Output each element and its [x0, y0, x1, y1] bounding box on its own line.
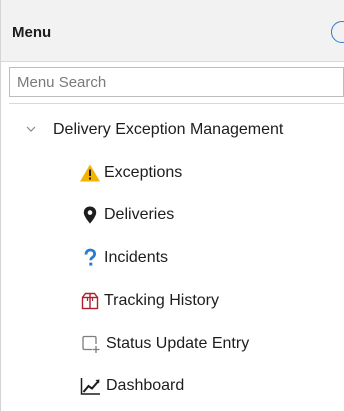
- circle-icon[interactable]: [331, 21, 344, 43]
- menu-search-input[interactable]: [10, 68, 343, 96]
- package-icon: [79, 291, 101, 311]
- menu-search-box[interactable]: [9, 67, 344, 97]
- menu-item-label: Status Update Entry: [106, 335, 250, 352]
- menu-item-label: Deliveries: [104, 206, 175, 223]
- menu-panel: Menu Delivery Exception Management Excep…: [0, 0, 344, 411]
- question-icon: [79, 248, 101, 268]
- menu-item-label: Exceptions: [104, 164, 183, 181]
- menu-item-tracking-history[interactable]: Tracking History: [71, 285, 344, 315]
- add-entry-icon: [79, 334, 101, 354]
- menu-item-status-update-entry[interactable]: Status Update Entry: [71, 328, 344, 358]
- menu-item-deliveries[interactable]: Deliveries: [71, 199, 344, 229]
- search-divider: [9, 103, 344, 104]
- menu-item-label: Incidents: [104, 249, 169, 266]
- menu-item-label: Tracking History: [104, 292, 219, 309]
- menu-header: Menu: [1, 0, 344, 62]
- menu-item-label: Dashboard: [106, 377, 185, 394]
- tree-node-label: Delivery Exception Management: [53, 121, 284, 138]
- menu-item-incidents[interactable]: Incidents: [71, 242, 344, 272]
- trend-chart-icon: [79, 376, 101, 396]
- chevron-down-icon[interactable]: [26, 125, 36, 133]
- tree-node-delivery-exception-management[interactable]: Delivery Exception Management: [1, 114, 344, 146]
- menu-item-dashboard[interactable]: Dashboard: [71, 370, 344, 400]
- warning-icon: [79, 163, 101, 183]
- map-pin-icon: [79, 205, 101, 225]
- menu-item-exceptions[interactable]: Exceptions: [71, 157, 344, 187]
- menu-title: Menu: [12, 24, 52, 41]
